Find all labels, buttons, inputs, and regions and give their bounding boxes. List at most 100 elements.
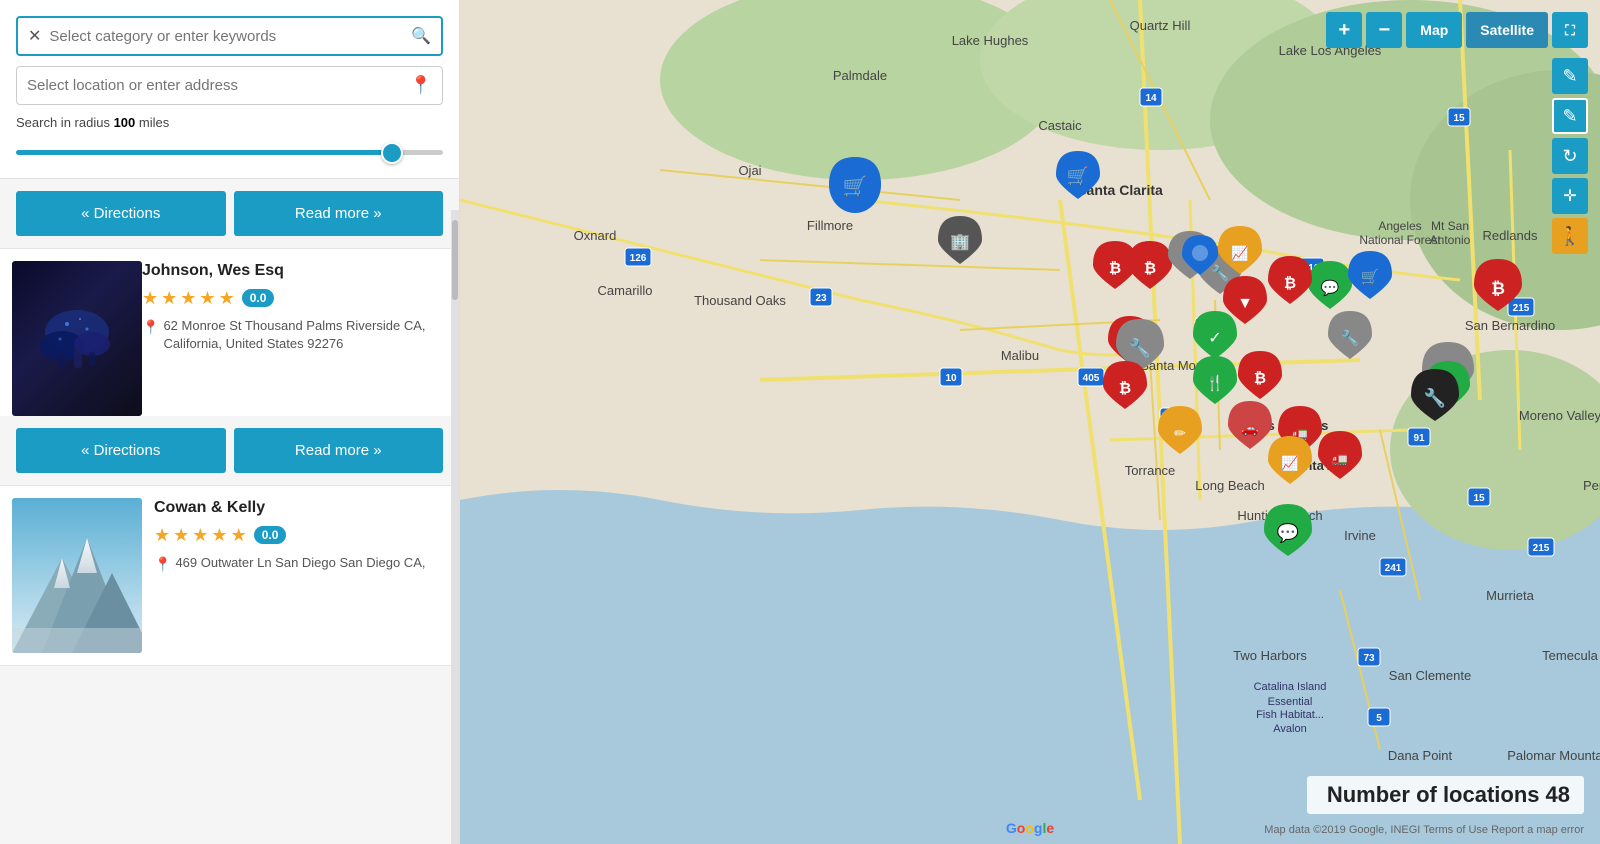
- satellite-view-button[interactable]: Satellite: [1466, 12, 1548, 48]
- svg-text:🚛: 🚛: [1332, 451, 1348, 466]
- street-view-button[interactable]: 🚶: [1552, 218, 1588, 254]
- directions-button[interactable]: « Directions: [16, 191, 226, 236]
- svg-text:5: 5: [1376, 713, 1382, 724]
- search-section: ✕ 🔍 📍 Search in radius 100 miles: [0, 0, 459, 179]
- star-3: ★: [192, 525, 208, 546]
- svg-text:📈: 📈: [1281, 455, 1298, 472]
- svg-text:Essential: Essential: [1268, 696, 1313, 708]
- svg-text:Dana Point: Dana Point: [1388, 748, 1453, 763]
- svg-text:15: 15: [1473, 493, 1485, 504]
- svg-text:🛒: 🛒: [843, 174, 868, 198]
- keyword-search-input[interactable]: [49, 28, 411, 45]
- listing-card-2: Johnson, Wes Esq ★ ★ ★ ★ ★ 0.0 📍 62 Monr…: [0, 249, 459, 416]
- rating-badge: 0.0: [242, 289, 275, 307]
- svg-text:🛒: 🛒: [1067, 165, 1089, 186]
- listing-name: Johnson, Wes Esq: [142, 261, 447, 282]
- svg-text:126: 126: [630, 253, 647, 264]
- radius-slider[interactable]: [16, 150, 443, 155]
- svg-text:Murrieta: Murrieta: [1486, 588, 1534, 603]
- svg-text:₿: ₿: [1254, 370, 1266, 387]
- svg-text:Irvine: Irvine: [1344, 528, 1376, 543]
- svg-text:💬: 💬: [1321, 279, 1340, 297]
- svg-text:San Bernardino: San Bernardino: [1465, 318, 1555, 333]
- location-pin-icon: 📍: [410, 75, 432, 96]
- location-search-input[interactable]: [27, 77, 410, 94]
- svg-text:Long Beach: Long Beach: [1195, 478, 1264, 493]
- location-search-box[interactable]: 📍: [16, 66, 443, 105]
- address-pin-icon: 📍: [142, 318, 159, 353]
- radius-slider-container[interactable]: [16, 138, 443, 168]
- svg-text:10: 10: [945, 373, 957, 384]
- star-4: ★: [211, 525, 227, 546]
- listing-info-2: Johnson, Wes Esq ★ ★ ★ ★ ★ 0.0 📍 62 Monr…: [142, 261, 447, 416]
- svg-text:Antonio: Antonio: [1430, 233, 1471, 247]
- svg-text:Avalon: Avalon: [1273, 723, 1306, 735]
- listing-card-3: Cowan & Kelly ★ ★ ★ ★ ★ 0.0 📍 469 Outwat…: [0, 486, 459, 665]
- readmore-button[interactable]: Read more »: [234, 191, 444, 236]
- svg-text:🛒: 🛒: [1361, 268, 1380, 286]
- svg-text:₿: ₿: [1109, 260, 1121, 277]
- svg-text:Malibu: Malibu: [1001, 348, 1039, 363]
- map-controls-top: + − Map Satellite ⛶: [1326, 12, 1588, 48]
- star-5: ★: [231, 525, 247, 546]
- svg-text:215: 215: [1533, 543, 1550, 554]
- svg-text:15: 15: [1453, 113, 1465, 124]
- edit-outline-button[interactable]: ✎: [1552, 98, 1588, 134]
- map-section[interactable]: Ojai Fillmore Oxnard Camarillo Thousand …: [460, 0, 1600, 844]
- star-5: ★: [219, 288, 235, 309]
- keyword-search-box[interactable]: ✕ 🔍: [16, 16, 443, 56]
- svg-text:Fish Habitat...: Fish Habitat...: [1256, 709, 1324, 721]
- svg-text:✏: ✏: [1174, 425, 1186, 441]
- compass-button[interactable]: ✛: [1552, 178, 1588, 214]
- readmore-button[interactable]: Read more »: [234, 428, 444, 473]
- star-2: ★: [161, 288, 177, 309]
- svg-text:Fillmore: Fillmore: [807, 218, 853, 233]
- svg-text:Catalina Island: Catalina Island: [1254, 681, 1327, 693]
- svg-text:Moreno Valley: Moreno Valley: [1519, 408, 1600, 423]
- listing-info-3: Cowan & Kelly ★ ★ ★ ★ ★ 0.0 📍 469 Outwat…: [154, 498, 447, 653]
- svg-text:🚗: 🚗: [1241, 420, 1258, 437]
- edit-button[interactable]: ✎: [1552, 58, 1588, 94]
- list-item: Cowan & Kelly ★ ★ ★ ★ ★ 0.0 📍 469 Outwat…: [0, 486, 459, 666]
- svg-text:₿: ₿: [1491, 279, 1505, 298]
- svg-text:Palomar Mountain: Palomar Mountain: [1507, 748, 1600, 763]
- svg-text:405: 405: [1083, 373, 1100, 384]
- rating-stars: ★ ★ ★ ★ ★ 0.0: [142, 288, 447, 309]
- svg-text:Perris: Perris: [1583, 478, 1600, 493]
- listing-name: Cowan & Kelly: [154, 498, 447, 519]
- svg-text:215: 215: [1513, 303, 1530, 314]
- left-panel: ✕ 🔍 📍 Search in radius 100 miles « Direc…: [0, 0, 460, 844]
- listings-container: « Directions Read more »: [0, 179, 459, 844]
- svg-text:🔧: 🔧: [1211, 263, 1230, 282]
- clear-icon[interactable]: ✕: [28, 26, 41, 46]
- directions-button[interactable]: « Directions: [16, 428, 226, 473]
- zoom-out-button[interactable]: −: [1366, 12, 1402, 48]
- star-1: ★: [142, 288, 158, 309]
- zoom-in-button[interactable]: +: [1326, 12, 1362, 48]
- google-logo: Google: [1006, 820, 1054, 836]
- rating-badge: 0.0: [254, 526, 287, 544]
- refresh-button[interactable]: ↻: [1552, 138, 1588, 174]
- address-pin-icon: 📍: [154, 555, 171, 575]
- listing-address: 📍 469 Outwater Ln San Diego San Diego CA…: [154, 554, 447, 575]
- svg-text:Torrance: Torrance: [1125, 463, 1176, 478]
- star-1: ★: [154, 525, 170, 546]
- map-view-button[interactable]: Map: [1406, 12, 1462, 48]
- svg-text:Palmdale: Palmdale: [833, 68, 887, 83]
- listing-image: [12, 498, 142, 653]
- listing-image: [12, 261, 142, 416]
- scroll-thumb[interactable]: [452, 220, 458, 300]
- radius-label: Search in radius 100 miles: [16, 115, 443, 130]
- svg-text:23: 23: [815, 293, 827, 304]
- star-2: ★: [173, 525, 189, 546]
- svg-text:₿: ₿: [1144, 260, 1156, 277]
- fullscreen-button[interactable]: ⛶: [1552, 12, 1588, 48]
- svg-text:🔧: 🔧: [1129, 337, 1151, 358]
- svg-text:Redlands: Redlands: [1483, 228, 1538, 243]
- svg-text:✓: ✓: [1208, 330, 1221, 347]
- list-item: « Directions Read more »: [0, 179, 459, 249]
- svg-text:91: 91: [1413, 433, 1425, 444]
- svg-text:Castaic: Castaic: [1038, 118, 1082, 133]
- scroll-indicator[interactable]: [451, 210, 459, 844]
- location-count: Number of locations48: [1307, 776, 1584, 814]
